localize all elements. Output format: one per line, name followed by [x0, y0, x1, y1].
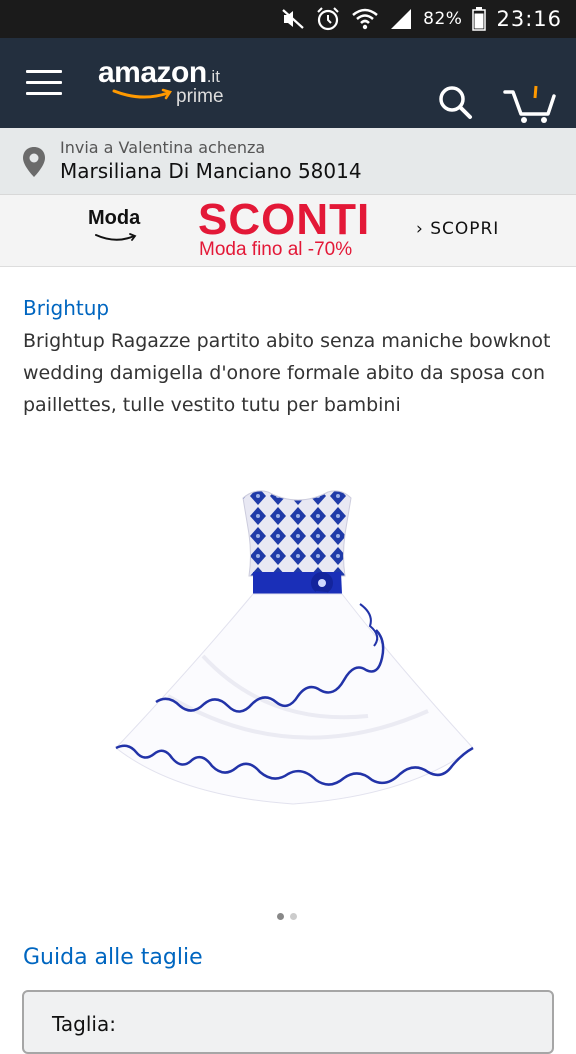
- logo-prime: prime: [176, 86, 224, 107]
- carousel-dot-active[interactable]: [277, 913, 284, 920]
- carousel-dot[interactable]: [290, 913, 297, 920]
- size-label: Taglia:: [52, 1012, 116, 1036]
- size-selector[interactable]: Taglia:: [22, 990, 554, 1054]
- location-pin-icon: [23, 147, 45, 177]
- battery-percent: 82%: [423, 9, 463, 29]
- banner-subtext: Moda fino al -70%: [199, 239, 353, 260]
- promo-banner[interactable]: Moda SCONTI Moda fino al -70% › SCOPRI: [0, 195, 576, 267]
- amazon-prime-logo[interactable]: amazon.it prime: [98, 56, 224, 107]
- delivery-location-bar[interactable]: Invia a Valentina achenza Marsiliana Di …: [0, 128, 576, 195]
- clock: 23:16: [496, 7, 562, 31]
- logo-tld: .it: [206, 67, 220, 86]
- signal-icon: [391, 9, 412, 29]
- menu-icon[interactable]: [26, 70, 62, 96]
- banner-headline: SCONTI: [198, 195, 371, 244]
- logo-wordmark: amazon: [98, 56, 207, 89]
- moda-logo: Moda: [88, 207, 141, 229]
- alarm-icon: [317, 7, 339, 31]
- search-icon[interactable]: [437, 84, 473, 120]
- image-carousel-indicator[interactable]: [277, 913, 297, 920]
- size-guide-link[interactable]: Guida alle taglie: [23, 945, 203, 970]
- product-brand-link[interactable]: Brightup: [23, 296, 109, 320]
- status-bar: 82% 23:16: [0, 0, 576, 38]
- delivery-address: Marsiliana Di Manciano 58014: [60, 159, 362, 183]
- delivery-recipient: Invia a Valentina achenza: [60, 138, 266, 157]
- mute-icon: [282, 9, 304, 29]
- wifi-icon: [352, 8, 378, 30]
- product-image[interactable]: [108, 486, 478, 816]
- product-title: Brightup Ragazze partito abito senza man…: [23, 330, 551, 416]
- battery-icon: [472, 7, 487, 31]
- cart-icon[interactable]: [500, 84, 558, 124]
- moda-smile-icon: [95, 233, 137, 241]
- app-header: amazon.it prime: [0, 38, 576, 128]
- logo-smile-icon: [112, 88, 172, 100]
- banner-cta-link[interactable]: › SCOPRI: [416, 219, 499, 239]
